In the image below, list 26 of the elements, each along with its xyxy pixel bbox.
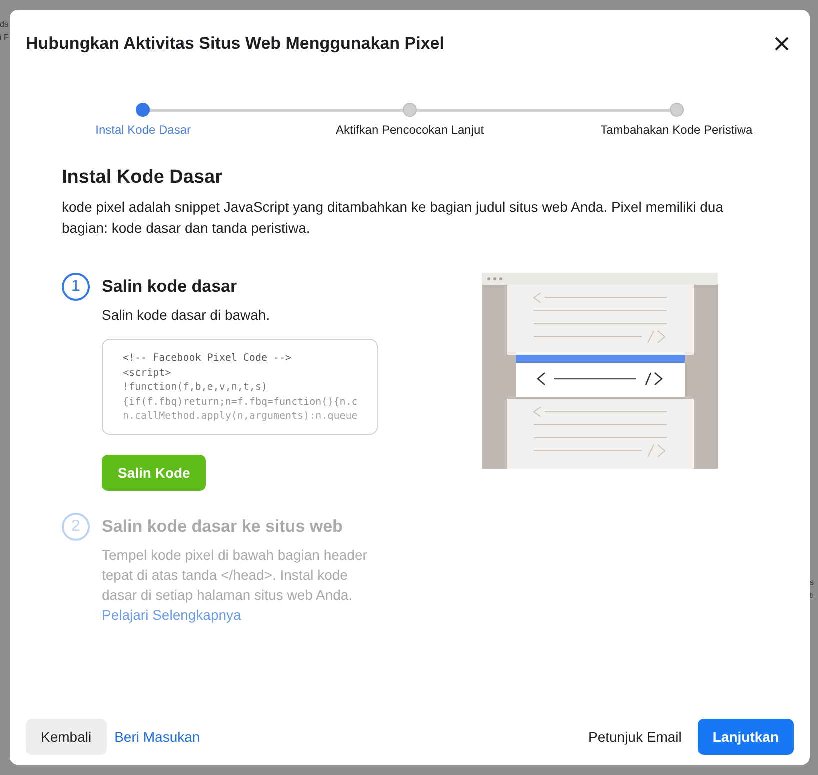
continue-button[interactable]: Lanjutkan [698,719,794,755]
code-line: {if(f.fbq)return;n=f.fbq=function(){n.c [123,396,359,410]
step-number: 2 [62,513,90,541]
code-line: !function(f,b,e,v,n,t,s) [123,381,268,395]
step-text: Tempel kode pixel di bawah bagian header tepat di atas tanda </head>. Instal kode dasar di setiap halaman situs web Anda. [102,546,368,605]
step-number: 1 [62,273,90,301]
step-label[interactable]: Instal Kode Dasar [96,123,192,137]
feedback-link[interactable]: Beri Masukan [114,719,200,755]
learn-more-link[interactable]: Pelajari Selengkapnya [102,605,382,625]
back-button[interactable]: Kembali [26,719,107,755]
code-line: <script> [123,366,172,380]
dialog-title: Hubungkan Aktivitas Situs Web Menggunakan Pixel [26,34,444,54]
email-instructions-button[interactable]: Petunjuk Email [580,719,690,755]
section-description: kode pixel adalah snippet JavaScript yang ditambahkan ke bagian judul situs web Anda. Pixel memiliki dua bagian: kode dasar dan tanda peristiwa. [62,198,725,238]
background-text: ds [0,20,10,29]
code-line: n.callMethod.apply(n,arguments):n.queue [123,410,359,424]
background-text: s [810,578,815,587]
code-line: <!-- Facebook Pixel Code --> [123,352,293,366]
step-label[interactable]: Tambahakan Kode Peristiwa [600,123,753,137]
step-title: Salin kode dasar [102,277,238,297]
step-label[interactable]: Aktifkan Pencocokan Lanjut [336,123,484,137]
step-title: Salin kode dasar ke situs web [102,517,344,537]
background-text: i F [0,33,10,42]
section-heading: Instal Kode Dasar [62,167,224,189]
background-text: ti [810,591,815,600]
step-text: Salin kode dasar di bawah. [102,306,272,325]
